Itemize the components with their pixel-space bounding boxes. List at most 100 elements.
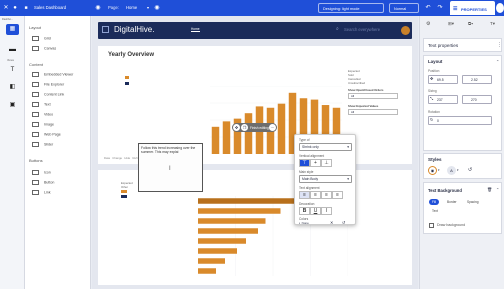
footer-action[interactable]: Hide: [124, 156, 130, 160]
font-style-select[interactable]: Main Body ▾: [299, 175, 352, 183]
delete-icon[interactable]: 🗑: [487, 187, 492, 193]
position-y-input[interactable]: 2.52: [462, 75, 492, 84]
reset-style-icon[interactable]: ↺: [468, 167, 472, 173]
filter-expected-select[interactable]: All: [348, 109, 398, 115]
bold-icon[interactable]: B: [299, 207, 310, 215]
text-style-icon[interactable]: A: [447, 166, 456, 175]
right-legend: Expected Sold Cancelled Unsubscribed: [348, 69, 365, 85]
app-header: DigitalHive. Home ⌕ Search everywhere: [98, 22, 412, 39]
chevron-up-icon[interactable]: ⌃: [496, 187, 499, 192]
page-select[interactable]: Home: [126, 5, 137, 10]
undo-icon[interactable]: ↶: [424, 4, 432, 12]
chip-fill[interactable]: Fill: [429, 199, 440, 205]
align-bottom-icon[interactable]: ⊥: [321, 159, 332, 167]
menu-icon[interactable]: [102, 26, 109, 33]
align-right-icon[interactable]: ≡: [321, 191, 332, 199]
text-mode-icon[interactable]: T▾: [490, 21, 495, 27]
rotation-input[interactable]: 0: [428, 116, 492, 125]
style-mode-icon[interactable]: ⧉▾: [468, 21, 473, 26]
save-icon[interactable]: ■: [22, 4, 30, 12]
draw-background-checkbox[interactable]: [429, 223, 434, 228]
chip-spacing[interactable]: Spacing: [464, 199, 482, 205]
bar: [198, 248, 237, 254]
view-mode-label: Normal: [394, 6, 407, 11]
theme-mode-label: Designing: light mode: [323, 6, 360, 11]
selected-text-box[interactable]: Follow this trend increasing over the su…: [138, 143, 203, 192]
chip-border[interactable]: Border: [444, 199, 460, 205]
filter-open-select[interactable]: All: [348, 93, 398, 99]
overview-title: Yearly Overview: [108, 52, 155, 58]
align-center-icon[interactable]: ≡: [310, 191, 321, 199]
rail-dashboard-button[interactable]: ▦: [6, 24, 19, 35]
bar: [222, 121, 231, 154]
preview-eye-icon[interactable]: ◉: [153, 4, 161, 12]
reset-icon[interactable]: ↺: [342, 220, 345, 225]
component-icon[interactable]: Icon: [32, 170, 51, 176]
chevron-up-icon[interactable]: ⌃: [496, 59, 499, 64]
chevron-down-icon[interactable]: ▾: [144, 4, 152, 12]
component-embedded-viewer[interactable]: Embedded Viewer: [32, 72, 73, 78]
move-icon[interactable]: ✥: [233, 124, 240, 131]
chevron-down-icon[interactable]: ▾: [438, 168, 440, 172]
user-avatar[interactable]: [401, 26, 410, 35]
finish-editing-button[interactable]: Finish editing: [250, 126, 269, 130]
layout-mode-icon[interactable]: ⊞▾: [448, 21, 454, 27]
align-middle-icon[interactable]: +: [310, 159, 321, 167]
undo-history-icon[interactable]: ●: [11, 4, 19, 12]
italic-icon[interactable]: I: [321, 207, 332, 215]
component-grid[interactable]: Grid: [32, 36, 51, 42]
component-button[interactable]: Button: [32, 180, 54, 186]
chip-text[interactable]: Text: [429, 208, 441, 214]
theme-mode-select[interactable]: Designing: light mode: [318, 3, 384, 13]
component-link[interactable]: Link: [32, 190, 51, 196]
component-label: Icon: [44, 170, 51, 175]
nav-home[interactable]: Home: [191, 27, 200, 32]
type-select[interactable]: Shrink only ▾: [299, 143, 352, 151]
component-label: Canvas: [44, 46, 57, 51]
height-input[interactable]: 270: [462, 95, 492, 104]
avatar[interactable]: [496, 3, 504, 13]
eye-icon[interactable]: ◉: [94, 4, 102, 12]
popup-text-align-label: Text alignment: [299, 186, 320, 190]
align-justify-icon[interactable]: ≡: [332, 191, 343, 199]
rotation-value: 0: [437, 119, 439, 123]
color-select[interactable]: ◐ None: [299, 221, 321, 225]
copy-icon[interactable]: ❐: [241, 124, 248, 131]
component-slider[interactable]: Slider: [32, 142, 53, 148]
clear-color-icon[interactable]: ✕: [330, 220, 333, 225]
component-canvas[interactable]: Canvas: [32, 46, 56, 52]
more-vert-icon[interactable]: ⋮: [497, 42, 502, 48]
sizing-label: Sizing: [428, 89, 437, 93]
design-canvas[interactable]: DigitalHive. Home ⌕ Search everywhere Ye…: [92, 16, 418, 289]
frame-tool-icon[interactable]: ◧: [6, 82, 19, 93]
text-box-content[interactable]: Follow this trend increasing over the su…: [141, 146, 201, 154]
more-icon[interactable]: ⋯: [269, 124, 276, 131]
component-web-page[interactable]: Web Page: [32, 132, 61, 138]
fill-style-icon[interactable]: ◉: [428, 166, 437, 175]
data-tool-icon[interactable]: ▣: [6, 100, 19, 111]
chevron-down-icon[interactable]: ▾: [457, 168, 459, 172]
component-video[interactable]: Video: [32, 112, 53, 118]
align-top-icon[interactable]: ⊤: [299, 159, 310, 167]
sliders-icon: ☰: [453, 6, 458, 12]
content-section-title: Content: [29, 62, 44, 67]
component-text[interactable]: Text: [32, 102, 51, 108]
align-left-icon[interactable]: ≡: [299, 191, 310, 199]
footer-action[interactable]: Data: [104, 156, 110, 160]
footer-action[interactable]: Change: [112, 156, 122, 160]
settings-icon[interactable]: ⚙: [426, 21, 430, 27]
component-file-explorer[interactable]: File Explorer: [32, 82, 64, 88]
component-content-link[interactable]: Content Link: [32, 92, 64, 98]
search-input[interactable]: Search everywhere: [344, 27, 380, 32]
props-title-box: Text properties ⋮: [423, 38, 502, 52]
redo-icon[interactable]: ↷: [436, 4, 444, 12]
rail-views-button[interactable]: ▬: [6, 44, 19, 55]
component-image[interactable]: Image: [32, 122, 54, 128]
underline-icon[interactable]: U: [310, 207, 321, 215]
search-icon[interactable]: ⌕: [336, 26, 339, 32]
rotate-icon: ↻: [430, 117, 434, 122]
view-mode-select[interactable]: Normal: [389, 3, 419, 13]
close-icon[interactable]: ✕: [2, 4, 10, 12]
tab-properties[interactable]: ☰ PROPERTIES: [450, 1, 495, 15]
text-tool-icon[interactable]: T: [6, 65, 19, 76]
